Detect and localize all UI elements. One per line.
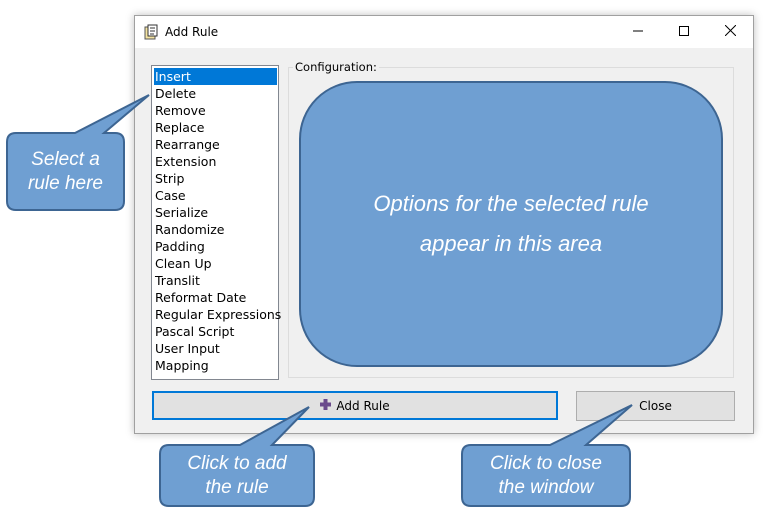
- add-rule-callout-line1: Click to add: [187, 452, 287, 474]
- close-callout-line2: the window: [498, 476, 594, 498]
- close-callout: Click to close the window: [462, 445, 630, 506]
- add-rule-callout-line2: the rule: [205, 476, 269, 498]
- select-rule-callout-line1: Select a: [31, 148, 100, 170]
- select-rule-callout-line2: rule here: [28, 172, 103, 194]
- add-rule-callout: Click to add the rule: [160, 445, 314, 506]
- callout-shapes: [6, 94, 633, 507]
- select-rule-callout: Select a rule here: [7, 133, 124, 210]
- close-callout-line1: Click to close: [490, 452, 602, 474]
